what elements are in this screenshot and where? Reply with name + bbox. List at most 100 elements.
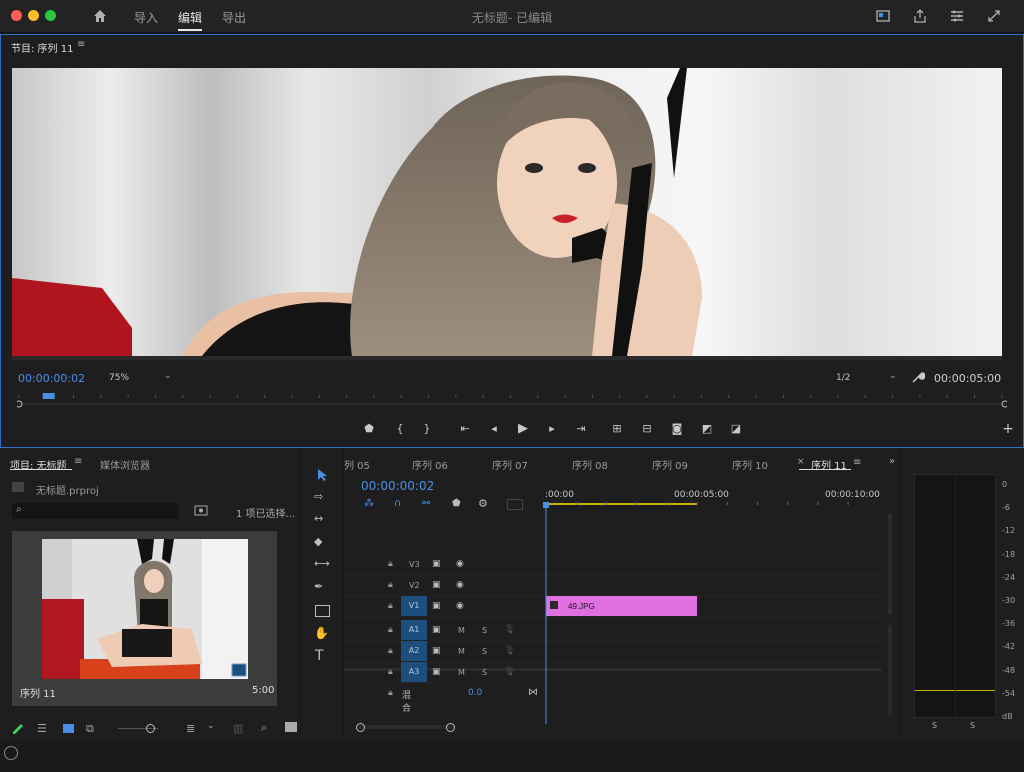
tab-sequence-06[interactable]: 序列 06: [412, 457, 448, 472]
status-icon[interactable]: [4, 746, 18, 760]
project-item[interactable]: 序列 11 5:00: [12, 531, 277, 706]
film-icon[interactable]: ▣: [432, 580, 441, 590]
step-forward-icon[interactable]: ▸: [544, 421, 560, 437]
timeline-horizontal-scrollbar[interactable]: [358, 725, 454, 729]
solo-left-button[interactable]: S: [932, 721, 937, 730]
tab-sequence-08[interactable]: 序列 08: [572, 457, 608, 472]
tab-sequence-05[interactable]: 列 05: [344, 457, 370, 472]
film-icon[interactable]: ▣: [432, 601, 441, 611]
add-button-icon[interactable]: +: [1000, 421, 1016, 437]
audio-icon[interactable]: ▣: [432, 646, 441, 656]
chevron-down-icon[interactable]: ⌄: [164, 371, 172, 381]
track-target[interactable]: A3: [401, 662, 427, 682]
track-label[interactable]: V3: [409, 560, 420, 569]
camera-icon[interactable]: ◙: [669, 421, 685, 437]
mark-out-icon[interactable]: }: [419, 421, 435, 437]
timeline-vertical-scrollbar-audio[interactable]: [888, 625, 892, 715]
add-marker-icon[interactable]: ⬟: [361, 421, 377, 437]
track-target[interactable]: A2: [401, 641, 427, 661]
hand-tool-icon[interactable]: ✋: [314, 626, 329, 640]
lock-icon[interactable]: 🔒︎: [388, 667, 393, 677]
eye-icon[interactable]: ◉: [456, 601, 464, 611]
icon-view-icon[interactable]: [63, 724, 74, 733]
selection-tool-icon[interactable]: [316, 468, 330, 482]
tab-media-browser[interactable]: 媒体浏览器: [100, 457, 150, 472]
audio-icon[interactable]: ▣: [432, 667, 441, 677]
track-select-tool-icon[interactable]: ⇨: [314, 490, 323, 503]
fullscreen-icon[interactable]: [986, 8, 1002, 24]
solo-button[interactable]: S: [482, 626, 487, 635]
solo-button[interactable]: S: [482, 668, 487, 677]
monitor-timecode[interactable]: 00:00:00:02: [18, 372, 85, 385]
freeform-view-icon[interactable]: ⧉: [86, 722, 94, 736]
comparison-view-icon[interactable]: ◩: [699, 421, 715, 437]
mute-button[interactable]: M: [458, 626, 465, 635]
monitor-scrollbar[interactable]: [12, 356, 1002, 360]
video-frame[interactable]: [12, 68, 1002, 356]
film-icon[interactable]: ▣: [432, 559, 441, 569]
pencil-icon[interactable]: [12, 723, 24, 735]
pen-tool-icon[interactable]: ✒: [314, 580, 323, 593]
new-bin-icon[interactable]: [285, 722, 297, 732]
playhead[interactable]: [42, 393, 55, 399]
lock-icon[interactable]: 🔒︎: [388, 688, 393, 698]
chevron-down-icon[interactable]: ⌄: [889, 371, 897, 381]
razor-tool-icon[interactable]: ◆: [314, 535, 322, 548]
panel-menu-icon[interactable]: ≡: [74, 456, 82, 467]
vr-icon[interactable]: ◪: [728, 421, 744, 437]
pan-icon[interactable]: ⋈: [528, 687, 538, 698]
overflow-tabs-icon[interactable]: »: [889, 456, 895, 467]
mute-button[interactable]: M: [458, 647, 465, 656]
scroll-handle-right[interactable]: [446, 723, 455, 732]
lock-icon[interactable]: 🔒︎: [388, 646, 393, 656]
tab-sequence-09[interactable]: 序列 09: [652, 457, 688, 472]
wrench-icon[interactable]: [911, 370, 926, 384]
track-label[interactable]: V2: [409, 581, 420, 590]
resolution-select[interactable]: 1/2: [836, 373, 850, 383]
tab-sequence-10[interactable]: 序列 10: [732, 457, 768, 472]
scroll-handle-left[interactable]: [356, 723, 365, 732]
go-to-out-icon[interactable]: ⇥: [573, 421, 589, 437]
eye-icon[interactable]: ◉: [456, 580, 464, 590]
playhead-head[interactable]: [543, 502, 549, 508]
monitor-scrubber[interactable]: [15, 393, 1009, 409]
rectangle-tool-icon[interactable]: [315, 605, 330, 617]
lock-icon[interactable]: 🔒︎: [388, 559, 393, 569]
slip-tool-icon[interactable]: ⟷: [314, 557, 330, 570]
zoom-slider-handle[interactable]: [146, 724, 155, 733]
search-input[interactable]: ⌕: [12, 503, 178, 519]
extract-icon[interactable]: ⊟: [639, 421, 655, 437]
step-back-icon[interactable]: ◂: [486, 421, 502, 437]
play-icon[interactable]: ▶: [515, 421, 531, 437]
lock-icon[interactable]: 🔒︎: [388, 625, 393, 635]
lift-icon[interactable]: ⊞: [609, 421, 625, 437]
find-icon[interactable]: ⌕: [261, 721, 267, 735]
type-tool-icon[interactable]: T: [315, 648, 324, 664]
lock-icon[interactable]: 🔒︎: [388, 601, 393, 611]
panel-menu-icon[interactable]: ≡: [853, 457, 861, 468]
mute-button[interactable]: M: [458, 668, 465, 677]
mic-icon[interactable]: 🎙︎: [504, 646, 515, 656]
close-tab-icon[interactable]: ×: [797, 457, 805, 467]
mix-volume[interactable]: 0.0: [468, 688, 482, 698]
timeline-timecode[interactable]: 00:00:00:02: [361, 479, 434, 493]
track-target[interactable]: V1: [401, 596, 427, 616]
eye-icon[interactable]: ◉: [456, 559, 464, 569]
solo-right-button[interactable]: S: [970, 721, 975, 730]
solo-button[interactable]: S: [482, 647, 487, 656]
track-target[interactable]: A1: [401, 620, 427, 640]
chevron-down-icon[interactable]: ⌄: [207, 721, 215, 731]
panels-icon[interactable]: [949, 8, 965, 24]
timeline-vertical-scrollbar-video[interactable]: [888, 514, 892, 614]
mic-icon[interactable]: 🎙︎: [504, 667, 515, 677]
mark-in-icon[interactable]: {: [392, 421, 408, 437]
ripple-edit-tool-icon[interactable]: ↔: [314, 512, 323, 525]
tab-sequence-07[interactable]: 序列 07: [492, 457, 528, 472]
sort-icon[interactable]: ≣: [186, 722, 195, 735]
go-to-in-icon[interactable]: ⇤: [457, 421, 473, 437]
share-icon[interactable]: [912, 8, 928, 24]
panel-menu-icon[interactable]: ≡: [77, 39, 85, 50]
new-bin-icon[interactable]: [194, 503, 208, 517]
workspace-icon[interactable]: [875, 8, 891, 24]
zoom-select[interactable]: 75%: [109, 373, 129, 383]
